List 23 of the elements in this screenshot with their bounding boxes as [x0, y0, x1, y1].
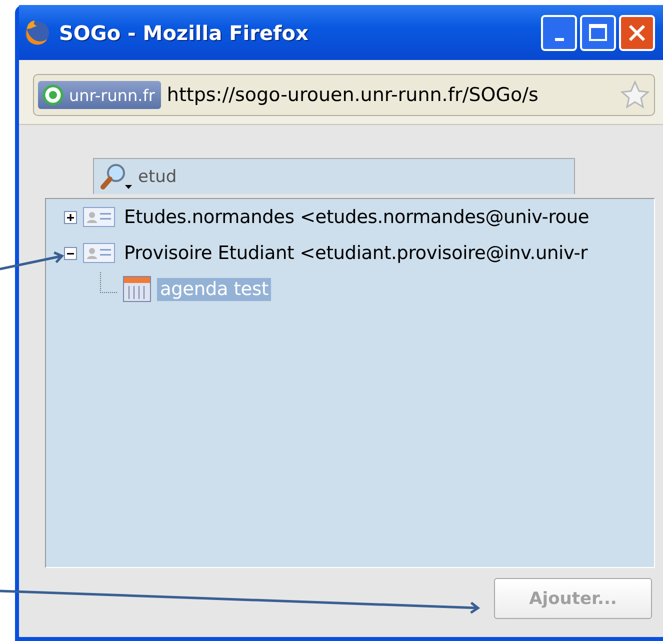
contact-card-icon — [83, 207, 115, 227]
url-text: https://sogo-urouen.unr-runn.fr/SOGo/s — [166, 84, 540, 106]
firefox-logo-icon — [23, 18, 51, 46]
window-title: SOGo - Mozilla Firefox — [59, 20, 310, 44]
minimize-button[interactable] — [541, 14, 577, 50]
minimize-icon — [554, 38, 564, 41]
calendar-icon — [123, 276, 151, 302]
contact-card-icon — [83, 243, 115, 263]
address-bar[interactable]: unr-runn.fr https://sogo-urouen.unr-runn.fr/SOGo/s — [33, 74, 655, 116]
expand-icon[interactable] — [64, 210, 77, 224]
contact-item[interactable]: Provisoire Etudiant <etudiant.provisoire@inv.univ-r — [121, 242, 591, 264]
contact-item[interactable]: Etudes.normandes <etudes.normandes@univ-roue — [121, 206, 592, 228]
collapse-icon[interactable] — [64, 246, 77, 260]
close-icon — [627, 22, 647, 42]
maximize-button[interactable] — [580, 14, 616, 50]
search-input[interactable]: etud — [138, 162, 574, 192]
annotation-arrow — [0, 251, 64, 270]
close-button[interactable] — [619, 14, 655, 50]
search-field[interactable]: etud — [93, 158, 575, 194]
site-identity-badge[interactable]: unr-runn.fr — [38, 81, 161, 109]
bookmark-star-icon[interactable] — [620, 80, 650, 110]
search-icon — [98, 162, 134, 192]
maximize-icon — [588, 22, 608, 42]
